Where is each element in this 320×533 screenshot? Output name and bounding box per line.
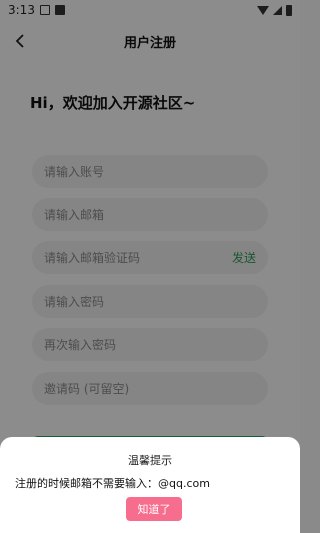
dialog-message: 注册的时候邮箱不需要输入：@qq.com xyxy=(15,477,210,490)
dialog-title: 温馨提示 xyxy=(128,454,172,467)
tip-dialog: 温馨提示 注册的时候邮箱不需要输入：@qq.com 知道了 xyxy=(0,437,300,533)
got-it-button[interactable]: 知道了 xyxy=(126,497,182,521)
